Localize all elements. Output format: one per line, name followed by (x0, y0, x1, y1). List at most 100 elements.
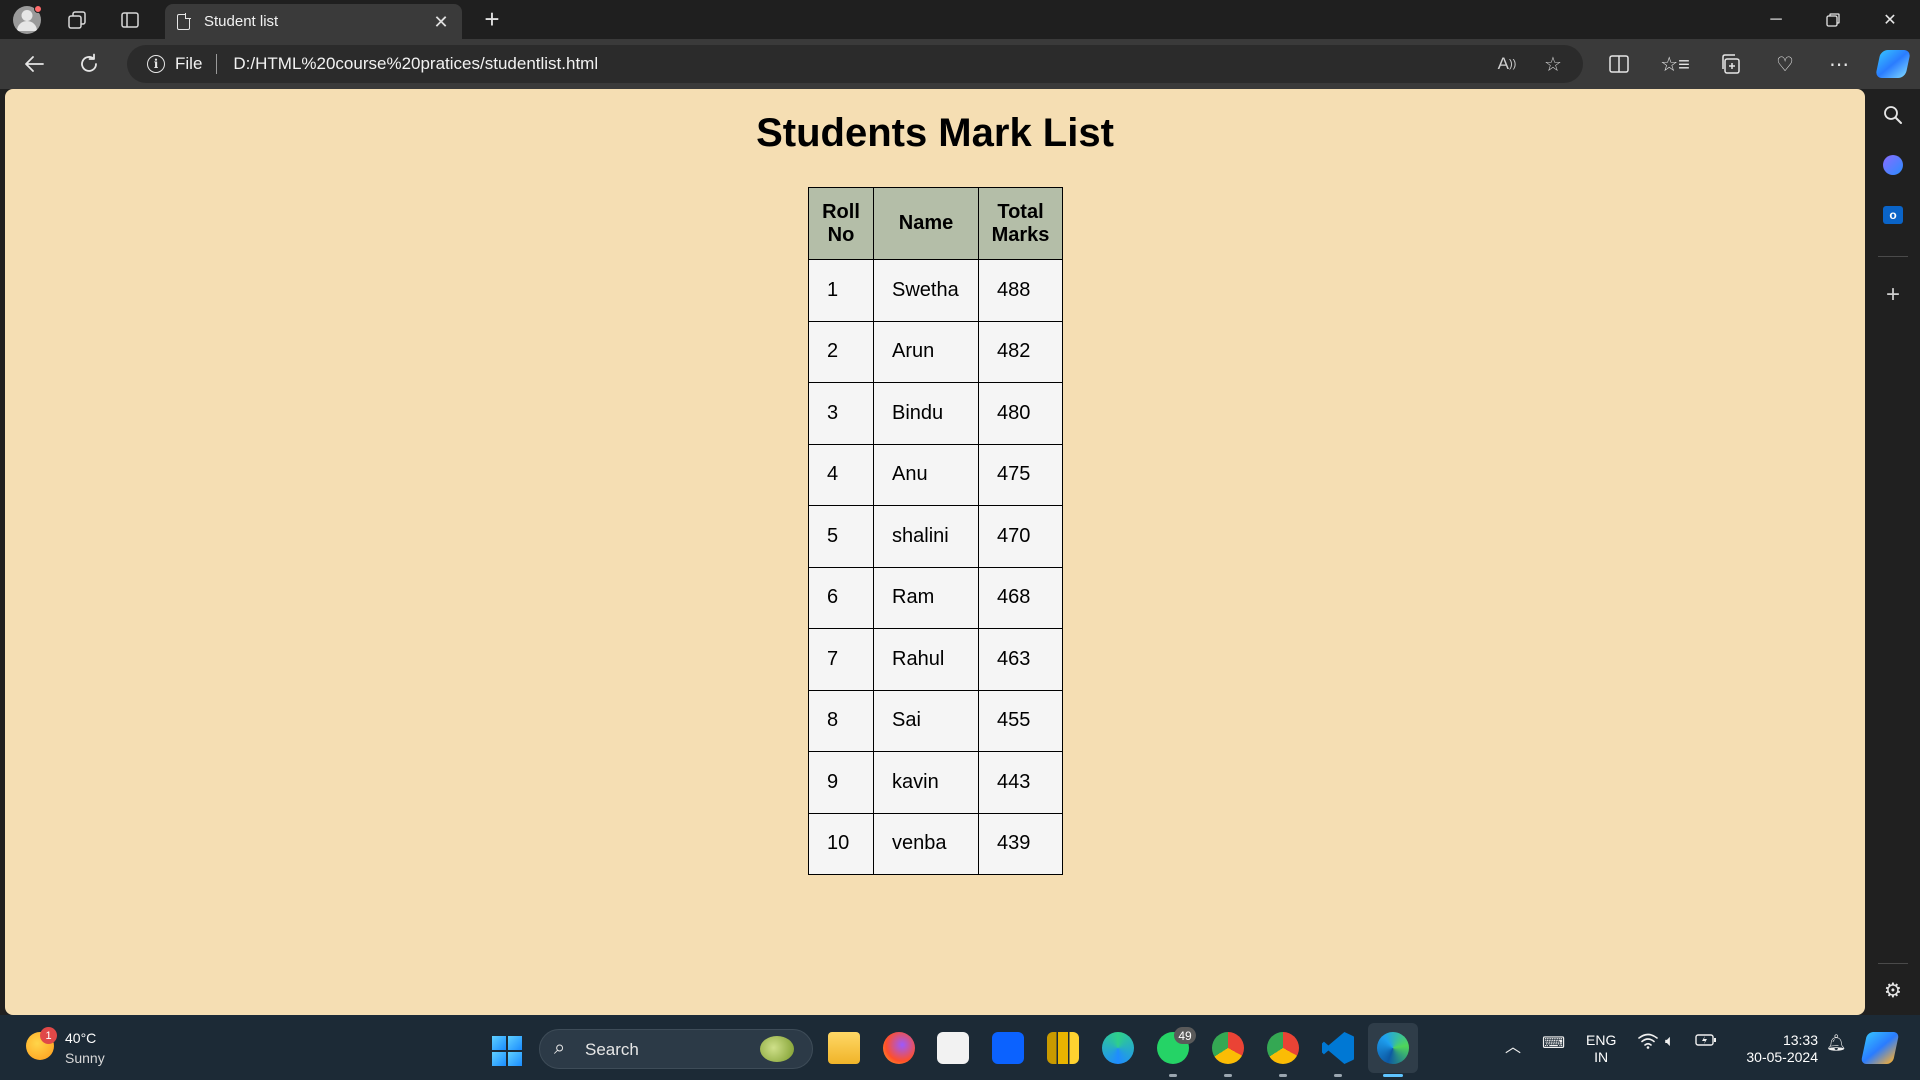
microsoft-store-icon[interactable] (937, 1032, 969, 1064)
cell-total: 488 (978, 259, 1063, 322)
cell-roll: 6 (808, 566, 874, 629)
table-header-row: Roll No Name Total Marks (808, 187, 1063, 260)
cell-total: 468 (978, 566, 1063, 629)
windows-start-icon[interactable] (492, 1036, 522, 1066)
minimize-icon[interactable]: ─ (1748, 0, 1804, 39)
address-bar[interactable]: i File D:/HTML%20course%20pratices/stude… (127, 45, 1583, 83)
tab-actions-icon[interactable] (112, 2, 148, 38)
chrome-icon[interactable] (1212, 1032, 1244, 1064)
cell-name: Ram (873, 566, 979, 629)
cell-name: Arun (873, 320, 979, 383)
cell-roll: 10 (808, 812, 874, 875)
sidebar-divider (1878, 256, 1908, 257)
table-row: 9 kavin 443 (808, 751, 1063, 814)
copilot-taskbar-icon[interactable] (1860, 1032, 1900, 1064)
table-row: 3 Bindu 480 (808, 382, 1063, 445)
language-indicator[interactable]: ENG IN (1586, 1032, 1616, 1066)
keyboard-icon[interactable]: ⌨ (1542, 1033, 1565, 1053)
browser-essentials-icon[interactable]: ♡ (1768, 47, 1802, 81)
edge-icon[interactable] (1377, 1032, 1409, 1064)
cell-total: 470 (978, 505, 1063, 568)
outlook-icon[interactable]: o (1877, 199, 1909, 231)
table-row: 5 shalini 470 (808, 505, 1063, 568)
window-close-icon[interactable]: ✕ (1862, 0, 1918, 39)
cell-roll: 9 (808, 751, 874, 814)
clock-time: 13:33 (1782, 1032, 1818, 1048)
address-url[interactable]: D:/HTML%20course%20pratices/studentlist.… (233, 54, 598, 74)
running-indicator (1224, 1074, 1232, 1077)
battery-icon[interactable] (1695, 1033, 1717, 1052)
cell-total: 455 (978, 689, 1063, 752)
marks-table: Roll No Name Total Marks 1 Swetha 488 2 … (808, 187, 1063, 875)
weather-condition[interactable]: Sunny (65, 1050, 105, 1066)
cell-total: 480 (978, 382, 1063, 445)
chrome-profile-icon[interactable] (1267, 1032, 1299, 1064)
back-icon[interactable] (16, 46, 52, 82)
browser-toolbar: i File D:/HTML%20course%20pratices/stude… (0, 39, 1920, 89)
cell-total: 475 (978, 443, 1063, 506)
cell-name: Bindu (873, 382, 979, 445)
copilot-sidebar-icon[interactable] (1877, 149, 1909, 181)
settings-icon[interactable]: ⚙ (1877, 974, 1909, 1006)
weather-badge: 1 (40, 1027, 57, 1044)
close-icon[interactable]: ✕ (430, 11, 452, 33)
cell-roll: 1 (808, 259, 874, 322)
cell-name: Swetha (873, 259, 979, 322)
language-line2: IN (1594, 1049, 1609, 1065)
clock-date: 30-05-2024 (1746, 1049, 1818, 1065)
clock[interactable]: 13:33 30-05-2024 (1738, 1032, 1818, 1066)
dropbox-icon[interactable] (992, 1032, 1024, 1064)
column-header-total-marks: Total Marks (978, 187, 1063, 260)
table-row: 2 Arun 482 (808, 320, 1063, 383)
workspaces-icon[interactable] (59, 2, 95, 38)
collections-icon[interactable] (1713, 47, 1747, 81)
vscode-icon[interactable] (1322, 1032, 1354, 1064)
info-icon[interactable]: i (147, 55, 165, 73)
column-header-roll-no: Roll No (808, 187, 874, 260)
more-icon[interactable]: ⋯ (1822, 47, 1856, 81)
taskbar-search[interactable]: ⌕ Search (539, 1029, 813, 1069)
cell-name: Sai (873, 689, 979, 752)
search-icon[interactable] (1877, 99, 1909, 131)
cell-roll: 3 (808, 382, 874, 445)
cell-name: shalini (873, 505, 979, 568)
chevron-up-icon[interactable]: ︿ (1505, 1033, 1521, 1057)
edge-dev-icon[interactable] (1102, 1032, 1134, 1064)
table-row: 7 Rahul 463 (808, 628, 1063, 691)
add-icon[interactable]: + (1877, 279, 1909, 311)
notification-bell-icon[interactable]: 🔔︎ (1826, 1033, 1846, 1053)
page-title: Students Mark List (756, 111, 1114, 155)
profile-icon[interactable] (9, 2, 45, 38)
cell-roll: 5 (808, 505, 874, 568)
power-bi-icon[interactable] (1047, 1032, 1079, 1064)
running-indicator (1334, 1074, 1342, 1077)
cell-total: 482 (978, 320, 1063, 383)
favorite-star-icon[interactable]: ☆ (1537, 48, 1569, 80)
split-screen-icon[interactable] (1602, 47, 1636, 81)
address-scheme: File (175, 54, 203, 73)
file-explorer-icon[interactable] (828, 1032, 860, 1064)
favorites-icon[interactable]: ☆≡ (1658, 47, 1692, 81)
firefox-icon[interactable] (883, 1032, 915, 1064)
table-row: 6 Ram 468 (808, 566, 1063, 629)
cell-total: 443 (978, 751, 1063, 814)
column-header-name: Name (873, 187, 979, 260)
tab-student-list[interactable]: Student list ✕ (165, 4, 462, 39)
wifi-icon[interactable] (1638, 1033, 1658, 1054)
restore-icon[interactable] (1805, 0, 1861, 39)
weather-temperature[interactable]: 40°C (65, 1030, 96, 1046)
cell-total: 463 (978, 628, 1063, 691)
search-highlight-icon (760, 1036, 794, 1062)
running-indicator (1169, 1074, 1177, 1077)
table-row: 4 Anu 475 (808, 443, 1063, 506)
taskbar-search-label: Search (585, 1040, 639, 1059)
read-aloud-icon[interactable]: A)) (1491, 48, 1523, 80)
table-row: 10 venba 439 (808, 812, 1063, 875)
volume-icon[interactable]: 🔈︎ (1665, 1033, 1675, 1051)
new-tab-icon[interactable]: + (476, 3, 508, 35)
table-row: 8 Sai 455 (808, 689, 1063, 752)
language-line1: ENG (1586, 1032, 1617, 1048)
table-row: 1 Swetha 488 (808, 259, 1063, 322)
refresh-icon[interactable] (71, 46, 107, 82)
browser-window: Student list ✕ + ─ ✕ i File D:/HTML%20co… (0, 0, 1920, 1080)
